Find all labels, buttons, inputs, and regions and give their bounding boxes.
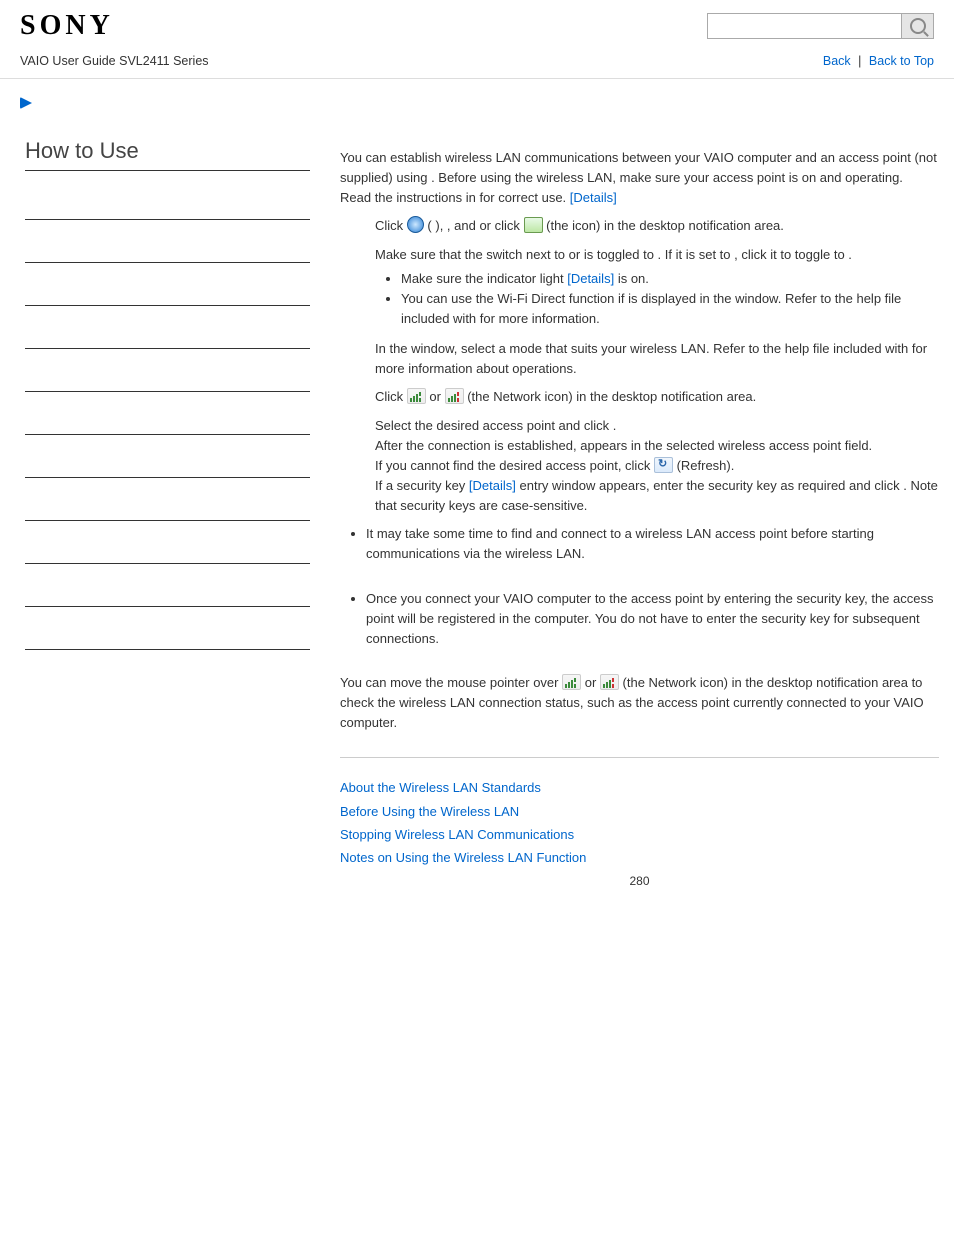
details-link[interactable]: [Details] [469, 478, 516, 493]
text: Click [375, 389, 407, 404]
nav-slot[interactable] [25, 607, 310, 650]
how-to-use-heading: How to Use [25, 138, 310, 171]
steps-list: Click ( ), , and or click (the icon) in … [340, 216, 939, 516]
network-warn-icon [445, 388, 464, 404]
text: . Before using the wireless LAN, make su… [431, 170, 903, 185]
sony-logo: SONY [20, 10, 114, 42]
back-link[interactable]: Back [823, 54, 851, 68]
text: (the Network icon) in the desktop notifi… [467, 389, 756, 404]
related-link[interactable]: Before Using the Wireless LAN [340, 802, 939, 822]
step-5: Select the desired access point and clic… [375, 416, 939, 517]
nav-slot[interactable] [25, 349, 310, 392]
text: indicator light [487, 271, 567, 286]
text: After the connection is established, [375, 438, 580, 453]
text: window, select a mode that suits your wi… [411, 341, 912, 356]
step-2-notes: Make sure the indicator light [Details] … [375, 269, 939, 329]
text: You can move the mouse pointer over [340, 675, 562, 690]
text: ), [435, 218, 447, 233]
nav-slot[interactable] [25, 478, 310, 521]
text: , and [447, 218, 480, 233]
start-icon [407, 216, 424, 233]
separator [340, 757, 939, 758]
text: (the [546, 218, 572, 233]
related-link[interactable]: About the Wireless LAN Standards [340, 778, 939, 798]
nav-slot[interactable] [25, 435, 310, 478]
breadcrumb-row [0, 78, 954, 118]
text: icon) in the desktop notification area. [572, 218, 784, 233]
text: Make sure the [401, 271, 487, 286]
text: If a security key [375, 478, 469, 493]
step-3: In the window, select a mode that suits … [375, 339, 939, 379]
text: In the [375, 341, 411, 356]
network-icon [562, 674, 581, 690]
search-box [707, 13, 934, 39]
related-link[interactable]: Stopping Wireless LAN Communications [340, 825, 939, 845]
notes-block-2: Once you connect your VAIO computer to t… [340, 589, 939, 649]
text: is toggled to [584, 247, 658, 262]
text: . [613, 418, 617, 433]
refresh-icon [654, 457, 673, 473]
text: If you cannot find the desired access po… [375, 458, 654, 473]
text: appears in the selected wireless access … [580, 438, 872, 453]
step-2: Make sure that the switch next to or is … [375, 245, 939, 330]
text: or [429, 389, 444, 404]
note-item: You can use the Wi-Fi Direct function if… [401, 289, 939, 329]
text: entry window appears, enter the security… [520, 478, 904, 493]
nav-slot[interactable] [25, 564, 310, 607]
main-area: How to Use You can establish wireless LA… [0, 118, 954, 901]
search-icon [910, 18, 926, 34]
text: or click [479, 218, 523, 233]
related-link[interactable]: Notes on Using the Wireless LAN Function [340, 848, 939, 868]
text: Select the desired access point and clic… [375, 418, 613, 433]
text: . [848, 247, 852, 262]
guide-title: VAIO User Guide SVL2411 Series [20, 54, 209, 68]
note-item: Make sure the indicator light [Details] … [401, 269, 939, 289]
nav-slot[interactable] [25, 263, 310, 306]
notes-block-1: It may take some time to find and connec… [340, 524, 939, 564]
back-to-top-link[interactable]: Back to Top [869, 54, 934, 68]
details-link[interactable]: [Details] [570, 190, 617, 205]
vaio-control-icon [524, 217, 543, 233]
text: You can use the Wi-Fi Direct function if [401, 291, 628, 306]
related-topics: About the Wireless LAN Standards Before … [340, 778, 939, 868]
nav-slot[interactable] [25, 306, 310, 349]
text: . If it is set to [658, 247, 735, 262]
text: Click [375, 218, 407, 233]
page-number: 280 [340, 872, 939, 891]
nav-slot[interactable] [25, 521, 310, 564]
left-column: How to Use [10, 118, 320, 901]
text: is displayed in the [628, 291, 735, 306]
text: for correct use. [479, 190, 569, 205]
text: , click it to toggle to [734, 247, 848, 262]
nav-links: Back | Back to Top [823, 54, 934, 68]
text: Make sure that the switch next to [375, 247, 569, 262]
link-divider: | [858, 54, 861, 68]
top-bar: SONY [0, 0, 954, 48]
text: is on. [618, 271, 649, 286]
step-4: Click or (the Network icon) in the deskt… [375, 387, 939, 407]
note-item: It may take some time to find and connec… [366, 524, 939, 564]
intro-paragraph: You can establish wireless LAN communica… [340, 148, 939, 208]
note-item: Once you connect your VAIO computer to t… [366, 589, 939, 649]
text: or [569, 247, 584, 262]
text: Read the instructions in [340, 190, 479, 205]
content-column: You can establish wireless LAN communica… [320, 118, 944, 901]
step-1: Click ( ), , and or click (the icon) in … [375, 216, 939, 236]
text: or [585, 675, 600, 690]
network-warn-icon [600, 674, 619, 690]
text: (Refresh). [677, 458, 735, 473]
sub-bar: VAIO User Guide SVL2411 Series Back | Ba… [0, 48, 954, 74]
status-paragraph: You can move the mouse pointer over or (… [340, 673, 939, 733]
nav-slot[interactable] [25, 220, 310, 263]
search-input[interactable] [707, 13, 902, 39]
network-icon [407, 388, 426, 404]
search-button[interactable] [902, 13, 934, 39]
nav-slot[interactable] [25, 392, 310, 435]
arrow-icon [20, 97, 32, 109]
details-link[interactable]: [Details] [567, 271, 614, 286]
nav-slot[interactable] [25, 177, 310, 220]
text: for more information. [480, 311, 600, 326]
